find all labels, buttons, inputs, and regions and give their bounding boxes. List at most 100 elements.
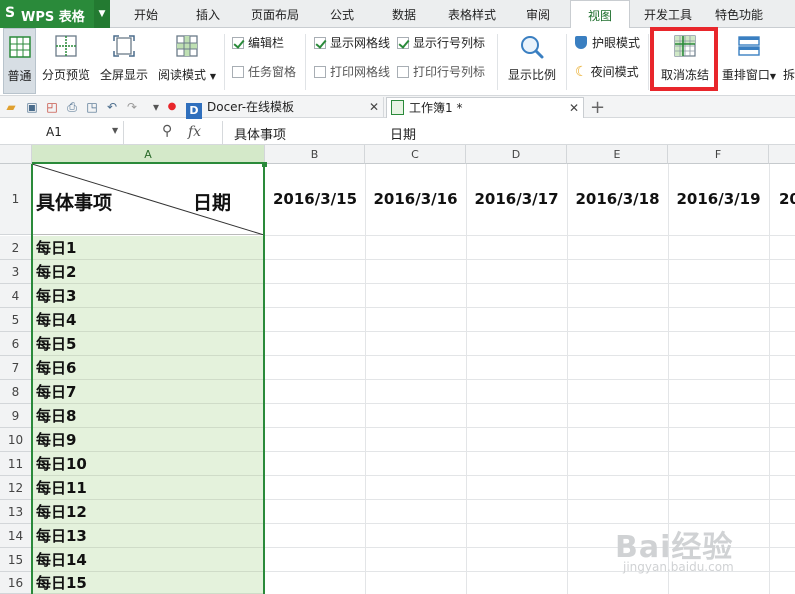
item-cell[interactable]: 每日14 <box>32 548 264 572</box>
close-icon[interactable]: ✕ <box>369 97 379 118</box>
row-header-16[interactable]: 16 <box>0 572 32 594</box>
item-cell[interactable]: 每日2 <box>32 260 264 284</box>
tab-special[interactable]: 特色功能 <box>706 0 772 28</box>
undo-icon[interactable]: ↶ <box>104 99 120 115</box>
print-preview-icon[interactable]: ◳ <box>84 99 100 115</box>
checkbox-checked-icon <box>397 37 409 49</box>
close-icon[interactable]: ✕ <box>569 98 579 119</box>
pdf-export-icon[interactable]: ◰ <box>44 99 60 115</box>
row-header-9[interactable]: 9 <box>0 404 32 428</box>
row-header-14[interactable]: 14 <box>0 524 32 548</box>
redo-icon[interactable]: ↷ <box>124 99 140 115</box>
date-cell[interactable]: 2016/3/19 <box>668 165 769 234</box>
baidu-watermark: Bai经验 jingyan.baidu.com <box>585 520 795 590</box>
print-gridlines-checkbox[interactable]: 打印网格线 <box>314 63 390 81</box>
item-cell[interactable]: 每日9 <box>32 428 264 452</box>
tab-home[interactable]: 开始 <box>116 0 176 28</box>
row-header-10[interactable]: 10 <box>0 428 32 452</box>
reading-mode-button[interactable]: 阅读模式 ▼ <box>156 28 218 94</box>
grid-icon <box>8 36 31 58</box>
fill-handle[interactable] <box>262 162 267 167</box>
save-icon[interactable]: ▣ <box>24 99 40 115</box>
row-header-2[interactable]: 2 <box>0 236 32 260</box>
pin-icon[interactable]: ● <box>164 99 180 115</box>
chevron-down-icon[interactable]: ▼ <box>112 126 118 135</box>
row-header-11[interactable]: 11 <box>0 452 32 476</box>
tab-workbook1[interactable]: 工作簿1 * ✕ <box>386 97 584 118</box>
column-header-g[interactable] <box>769 145 795 164</box>
row-header-1[interactable]: 1 <box>0 164 32 235</box>
task-pane-checkbox[interactable]: 任务窗格 <box>232 63 296 81</box>
row-header-7[interactable]: 7 <box>0 356 32 380</box>
split-window-button[interactable]: 拆 <box>783 28 795 94</box>
edit-bar-checkbox[interactable]: 编辑栏 <box>232 34 284 52</box>
date-cell[interactable]: 20 <box>769 165 795 234</box>
normal-view-button[interactable]: 普通 <box>3 28 36 94</box>
row-header-8[interactable]: 8 <box>0 380 32 404</box>
select-all-corner[interactable] <box>0 145 32 164</box>
date-cell[interactable]: 2016/3/15 <box>265 165 365 234</box>
tab-data[interactable]: 数据 <box>376 0 432 28</box>
cell-a1-diagonal-header[interactable]: 具体事项 日期 <box>32 164 264 235</box>
item-cell[interactable]: 每日13 <box>32 524 264 548</box>
fx-icon[interactable]: fx <box>188 124 201 140</box>
column-header-b[interactable]: B <box>265 145 365 164</box>
date-cell[interactable]: 2016/3/18 <box>567 165 668 234</box>
grid-line <box>265 259 795 260</box>
print-icon[interactable]: ⎙ <box>64 99 80 115</box>
customize-chevron-icon[interactable]: ▾ <box>148 99 164 115</box>
new-tab-plus-icon[interactable]: + <box>590 97 608 118</box>
column-header-e[interactable]: E <box>567 145 668 164</box>
menu-bar: S WPS 表格 ▼ 开始 插入 页面布局 公式 数据 表格样式 审阅 视图 开… <box>0 0 795 29</box>
tab-page-layout[interactable]: 页面布局 <box>240 0 310 28</box>
row-header-5[interactable]: 5 <box>0 308 32 332</box>
item-cell[interactable]: 每日8 <box>32 404 264 428</box>
fullscreen-button[interactable]: 全屏显示 <box>98 28 150 94</box>
date-cell[interactable]: 2016/3/16 <box>365 165 466 234</box>
night-mode-button[interactable]: ☾ 夜间模式 <box>575 63 639 81</box>
column-header-d[interactable]: D <box>466 145 567 164</box>
row-header-3[interactable]: 3 <box>0 260 32 284</box>
highlight-box <box>650 27 718 91</box>
item-cell[interactable]: 每日7 <box>32 380 264 404</box>
tab-docer-templates[interactable]: D Docer-在线模板 ✕ <box>186 97 384 119</box>
column-header-c[interactable]: C <box>365 145 466 164</box>
date-cell[interactable]: 2016/3/17 <box>466 165 567 234</box>
item-cell[interactable]: 每日12 <box>32 500 264 524</box>
column-header-f[interactable]: F <box>668 145 769 164</box>
item-cell[interactable]: 每日6 <box>32 356 264 380</box>
item-cell[interactable]: 每日10 <box>32 452 264 476</box>
item-cell[interactable]: 每日15 <box>32 572 264 594</box>
search-icon[interactable]: ⚲ <box>162 123 172 139</box>
item-cell[interactable]: 每日5 <box>32 332 264 356</box>
zoom-button[interactable]: 显示比例 <box>504 28 560 94</box>
item-cell[interactable]: 每日1 <box>32 236 264 260</box>
tab-developer[interactable]: 开发工具 <box>636 0 700 28</box>
tab-view[interactable]: 视图 <box>570 0 630 29</box>
row-header-13[interactable]: 13 <box>0 500 32 524</box>
checkbox-checked-icon <box>232 37 244 49</box>
row-header-12[interactable]: 12 <box>0 476 32 500</box>
row-header-15[interactable]: 15 <box>0 548 32 572</box>
tab-formula[interactable]: 公式 <box>314 0 370 28</box>
chevron-down-icon[interactable]: ▼ <box>94 0 110 28</box>
row-header-4[interactable]: 4 <box>0 284 32 308</box>
item-cell[interactable]: 每日3 <box>32 284 264 308</box>
eye-mode-button[interactable]: 护眼模式 <box>575 34 640 52</box>
tab-review[interactable]: 审阅 <box>512 0 564 28</box>
tab-insert[interactable]: 插入 <box>180 0 236 28</box>
row-header-6[interactable]: 6 <box>0 332 32 356</box>
name-box[interactable]: A1 ▼ <box>0 121 124 144</box>
item-cell[interactable]: 每日11 <box>32 476 264 500</box>
show-gridlines-checkbox[interactable]: 显示网格线 <box>314 34 390 52</box>
item-cell[interactable]: 每日4 <box>32 308 264 332</box>
show-headers-checkbox[interactable]: 显示行号列标 <box>397 34 485 52</box>
folder-open-icon[interactable]: ▰ <box>3 99 19 115</box>
page-preview-button[interactable]: 分页预览 <box>40 28 92 94</box>
formula-input[interactable]: 具体事项 日期 <box>222 121 795 144</box>
tab-table-style[interactable]: 表格样式 <box>438 0 506 28</box>
column-header-a[interactable]: A <box>32 145 265 164</box>
arrange-window-button[interactable]: 重排窗口▼ <box>718 28 780 94</box>
wps-logo-button[interactable]: S WPS 表格 ▼ <box>0 0 110 28</box>
print-headers-checkbox[interactable]: 打印行号列标 <box>397 63 485 81</box>
